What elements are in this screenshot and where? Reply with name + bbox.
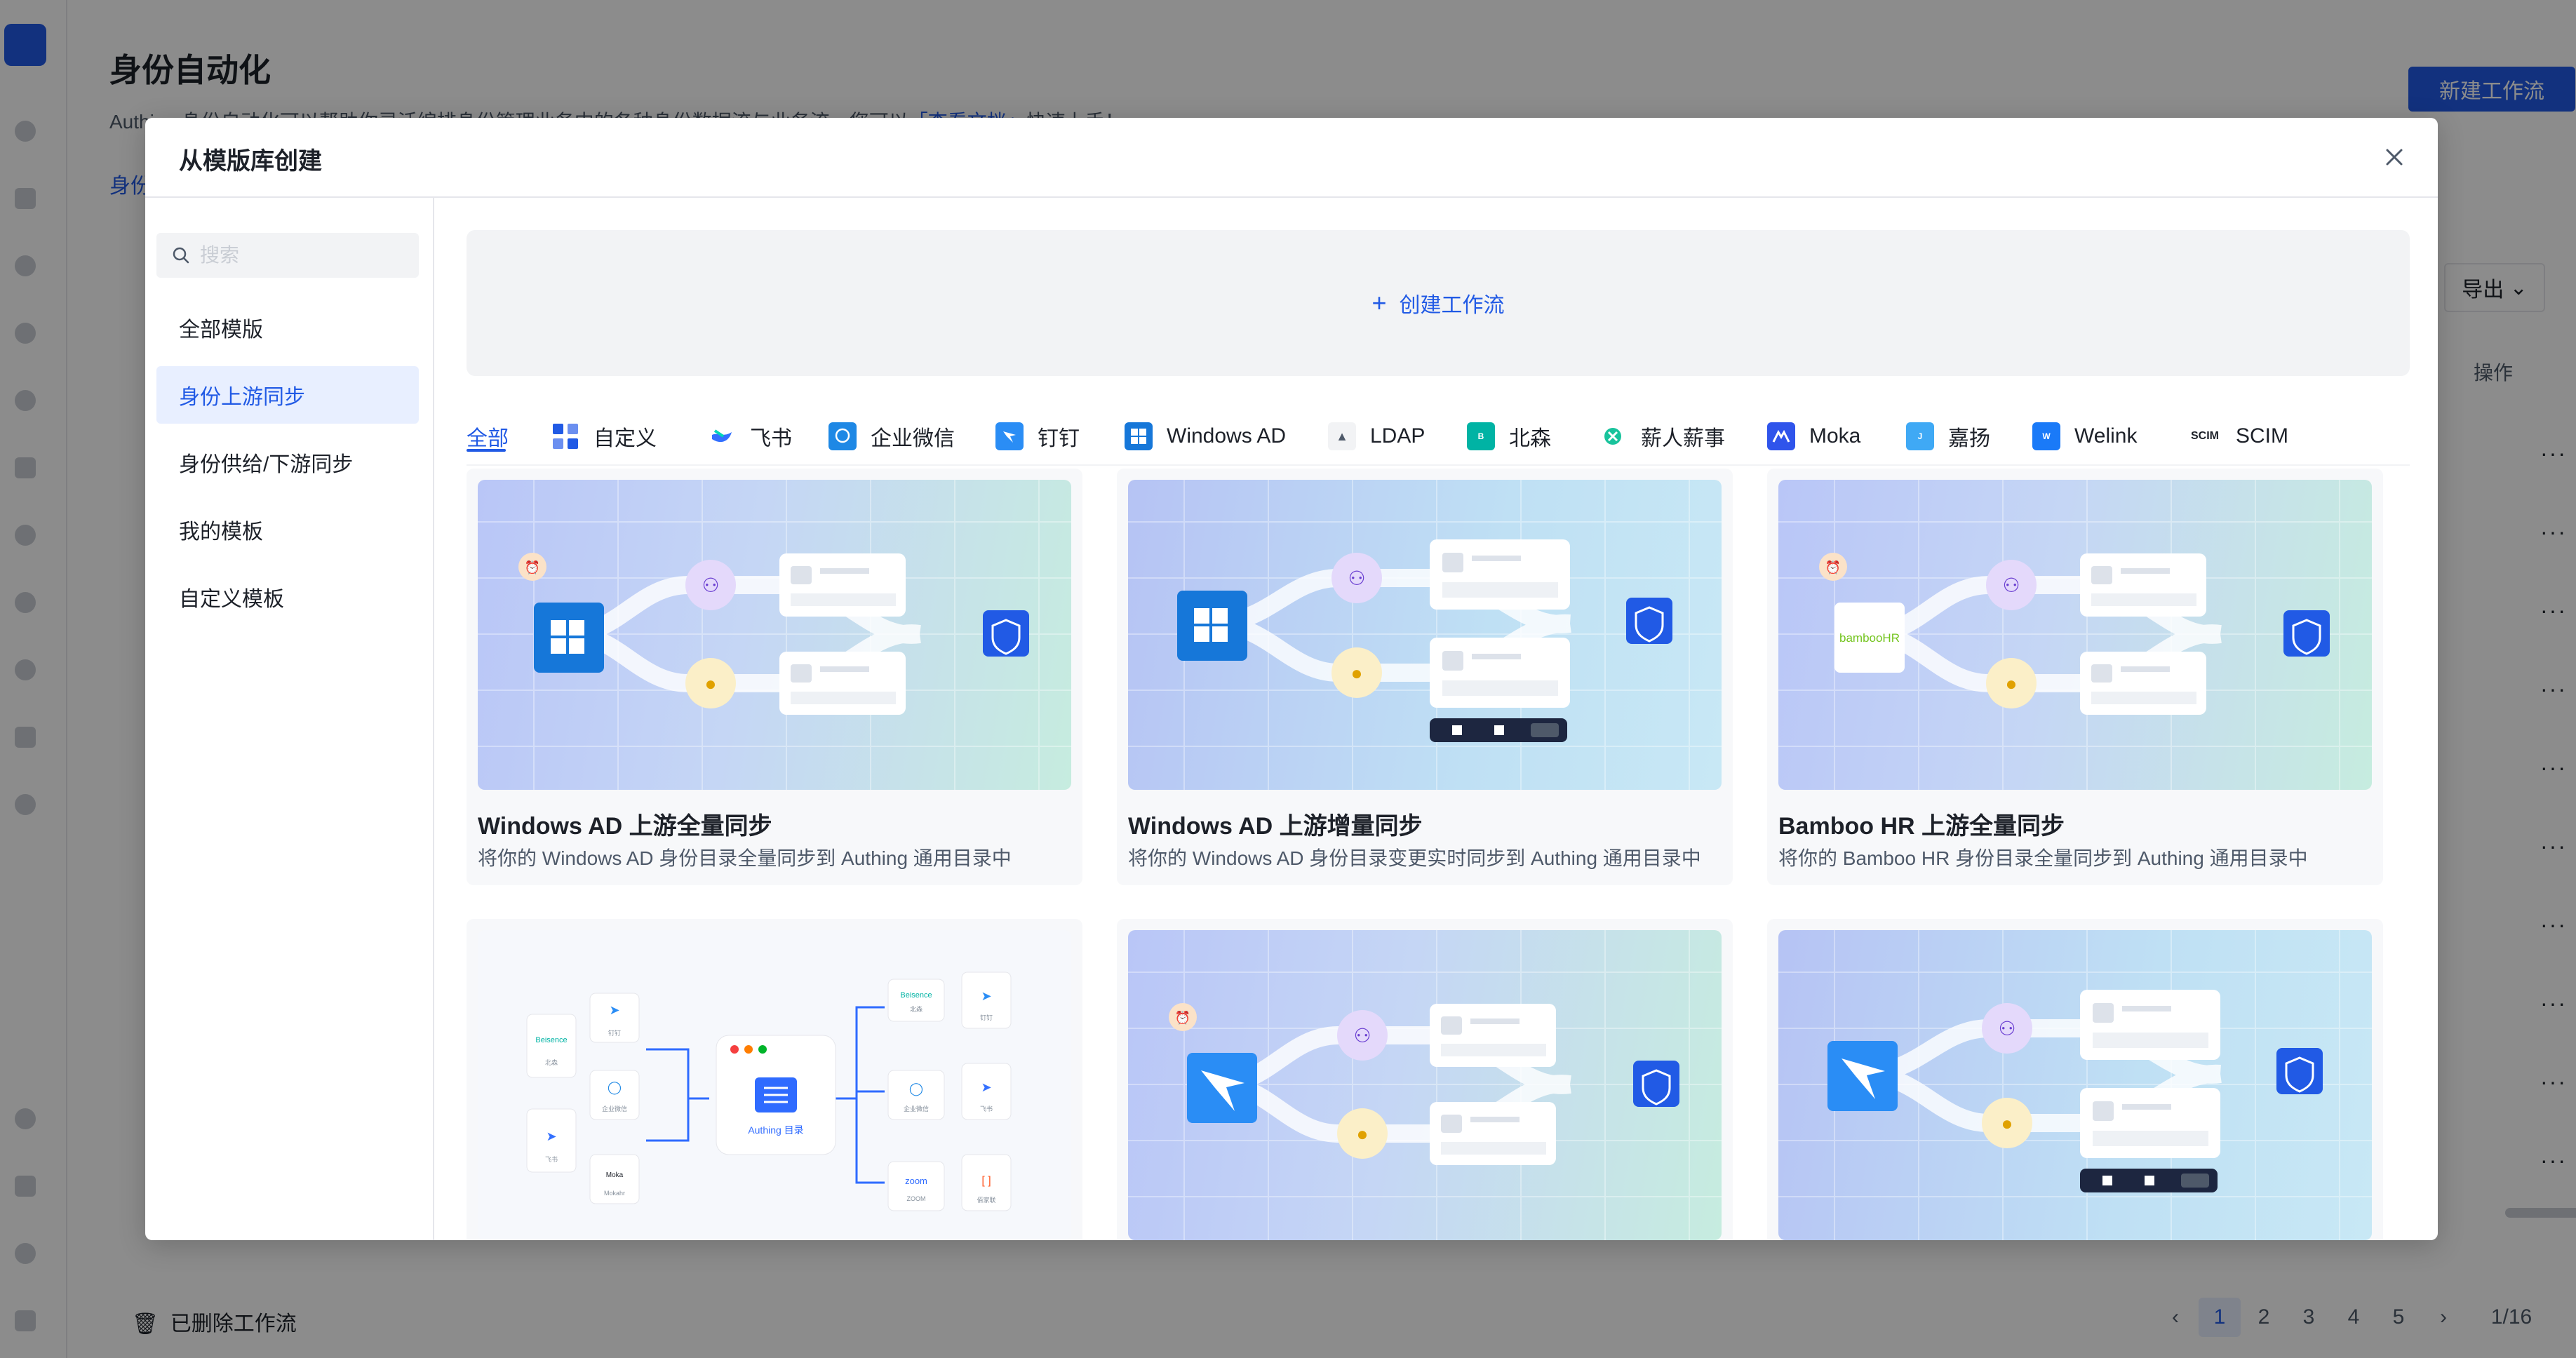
- tab-dingtalk[interactable]: 钉钉: [995, 408, 1080, 464]
- tab-moka[interactable]: Moka: [1767, 408, 1860, 464]
- svg-text:◯: ◯: [909, 1082, 923, 1096]
- svg-text:⚇: ⚇: [1353, 1025, 1371, 1047]
- wecom-icon: [829, 422, 857, 450]
- tab-jiayang[interactable]: J 嘉扬: [1906, 408, 1990, 464]
- svg-text:➤: ➤: [546, 1129, 556, 1143]
- svg-text:⚇: ⚇: [1348, 567, 1365, 589]
- active-tab-indicator: [467, 449, 506, 452]
- template-card[interactable]: ⚇ ●: [1767, 919, 2383, 1240]
- template-library-modal: 从模版库创建 全部模版 身份上游同步 身份供给/下游同步 我的模板 自定义模板 …: [145, 118, 2438, 1240]
- svg-text:Mokahr: Mokahr: [604, 1190, 625, 1197]
- scim-icon: SCIM: [2191, 430, 2219, 442]
- feishu-icon: [708, 422, 736, 450]
- svg-text:钉钉: 钉钉: [608, 1030, 621, 1037]
- modal-title: 从模版库创建: [179, 148, 322, 175]
- template-category-panel: 全部模版 身份上游同步 身份供给/下游同步 我的模板 自定义模板: [145, 198, 434, 1240]
- close-icon[interactable]: [2379, 142, 2410, 173]
- template-thumbnail: ⚇ ●: [1128, 480, 1722, 790]
- template-thumbnail: Beisence 北森 ➤ 钉钉 ◯ 企业微信 ➤ 飞书 Moka Mokahr Auth…: [478, 930, 1071, 1240]
- menu-my-templates[interactable]: 我的模板: [156, 501, 419, 558]
- template-description: 将你的 Windows AD 身份目录全量同步到 Authing 通用目录中: [478, 847, 1012, 869]
- tab-wecom[interactable]: 企业微信: [829, 408, 955, 464]
- svg-text:北森: 北森: [910, 1005, 923, 1013]
- tab-windows-ad[interactable]: Windows AD: [1125, 408, 1286, 464]
- dingtalk-icon: [995, 422, 1024, 450]
- svg-text:ZOOM: ZOOM: [907, 1195, 926, 1202]
- template-title: Bamboo HR 上游全量同步: [1778, 813, 2065, 840]
- template-thumbnail: ⏰ ⚇ ●: [478, 480, 1071, 790]
- template-content: + 创建工作流 全部 自定义 飞书 企业微信 钉钉 Windows AD ▲ L…: [434, 198, 2438, 1240]
- welink-icon: W: [2032, 422, 2060, 450]
- svg-text:⏰: ⏰: [1825, 560, 1841, 574]
- tab-scim[interactable]: SCIM SCIM: [2188, 408, 2288, 464]
- svg-text:●: ●: [2001, 1112, 2013, 1134]
- template-card[interactable]: ⏰ ⚇ ●: [1117, 919, 1733, 1240]
- svg-text:⚇: ⚇: [1998, 1018, 2015, 1040]
- svg-text:⚇: ⚇: [2002, 574, 2020, 596]
- svg-text:飞书: 飞书: [980, 1105, 993, 1112]
- svg-text:◯: ◯: [608, 1080, 622, 1095]
- svg-text:➤: ➤: [609, 1003, 619, 1017]
- modal-header: 从模版库创建: [145, 118, 2438, 198]
- svg-text:⏰: ⏰: [1175, 1010, 1190, 1025]
- svg-text:●: ●: [1357, 1123, 1369, 1145]
- tab-ldap[interactable]: ▲ LDAP: [1328, 408, 1425, 464]
- plus-icon: +: [1371, 288, 1387, 317]
- template-thumbnail: ⏰ bambooHR ⚇ ●: [1778, 480, 2372, 790]
- svg-text:●: ●: [2006, 673, 2018, 694]
- svg-text:Authing 目录: Authing 目录: [748, 1124, 803, 1136]
- xinrenxinshi-icon: [1599, 422, 1627, 450]
- svg-text:Moka: Moka: [606, 1171, 624, 1179]
- svg-text:Beisence: Beisence: [900, 991, 932, 1000]
- svg-text:钉钉: 钉钉: [980, 1014, 993, 1021]
- svg-text:zoom: zoom: [905, 1176, 927, 1186]
- template-title: Windows AD 上游增量同步: [1128, 813, 1423, 840]
- template-card[interactable]: ⏰ ⚇ ● Windows AD 上游全量同步 将你的 Windows AD 身…: [467, 469, 1082, 885]
- template-title: Windows AD 上游全量同步: [478, 813, 772, 840]
- menu-upstream-sync[interactable]: 身份上游同步: [156, 366, 419, 424]
- template-card[interactable]: Beisence 北森 ➤ 钉钉 ◯ 企业微信 ➤ 飞书 Moka Mokahr Auth…: [467, 919, 1082, 1240]
- create-workflow-label: 创建工作流: [1399, 294, 1505, 317]
- svg-text:北森: 北森: [545, 1058, 558, 1066]
- grid-icon: [551, 422, 579, 450]
- template-card[interactable]: ⏰ bambooHR ⚇ ● Bamboo HR 上游全量同步 将你的 Bamb…: [1767, 469, 2383, 885]
- svg-text:Beisence: Beisence: [535, 1036, 567, 1044]
- template-thumbnail: ⚇ ●: [1778, 930, 2372, 1240]
- search-icon: [173, 247, 189, 264]
- template-description: 将你的 Bamboo HR 身份目录全量同步到 Authing 通用目录中: [1778, 847, 2308, 869]
- svg-text:企业微信: 企业微信: [904, 1105, 929, 1112]
- ldap-icon: ▲: [1328, 422, 1356, 450]
- menu-custom-templates[interactable]: 自定义模板: [156, 568, 419, 626]
- search-input[interactable]: [199, 243, 412, 267]
- svg-text:飞书: 飞书: [545, 1156, 558, 1163]
- search-field[interactable]: [156, 233, 419, 278]
- menu-provisioning-sync[interactable]: 身份供给/下游同步: [156, 433, 419, 491]
- jiayang-icon: J: [1906, 422, 1934, 450]
- beisen-icon: B: [1467, 422, 1495, 450]
- template-thumbnail: ⏰ ⚇ ●: [1128, 930, 1722, 1240]
- tab-beisen[interactable]: B 北森: [1467, 408, 1551, 464]
- windows-icon: [1125, 422, 1153, 450]
- svg-text:bambooHR: bambooHR: [1839, 631, 1900, 645]
- tab-feishu[interactable]: 飞书: [708, 408, 792, 464]
- svg-text:●: ●: [1351, 662, 1363, 684]
- template-description: 将你的 Windows AD 身份目录变更实时同步到 Authing 通用目录中: [1128, 847, 1701, 869]
- template-card[interactable]: ⚇ ● Windows AD 上游增量同步 将你的 Windows AD 身份目…: [1117, 469, 1733, 885]
- svg-text:●: ●: [705, 673, 717, 694]
- tab-custom[interactable]: 自定义: [551, 408, 657, 464]
- svg-text:企业微信: 企业微信: [602, 1105, 627, 1112]
- svg-text:⚇: ⚇: [702, 574, 719, 596]
- tab-xinrenxinshi[interactable]: 薪人薪事: [1599, 408, 1725, 464]
- tab-all[interactable]: 全部: [467, 408, 509, 464]
- svg-text:[ ]: [ ]: [981, 1175, 991, 1187]
- svg-text:⏰: ⏰: [525, 560, 540, 574]
- tab-welink[interactable]: W Welink: [2032, 408, 2137, 464]
- create-workflow-button[interactable]: + 创建工作流: [467, 230, 2410, 376]
- tabs-divider: [467, 464, 2410, 466]
- moka-icon: [1767, 422, 1795, 450]
- svg-text:佰家联: 佰家联: [977, 1196, 995, 1204]
- menu-all-templates[interactable]: 全部模版: [156, 299, 419, 356]
- svg-text:➤: ➤: [981, 1080, 991, 1094]
- svg-text:➤: ➤: [981, 989, 991, 1003]
